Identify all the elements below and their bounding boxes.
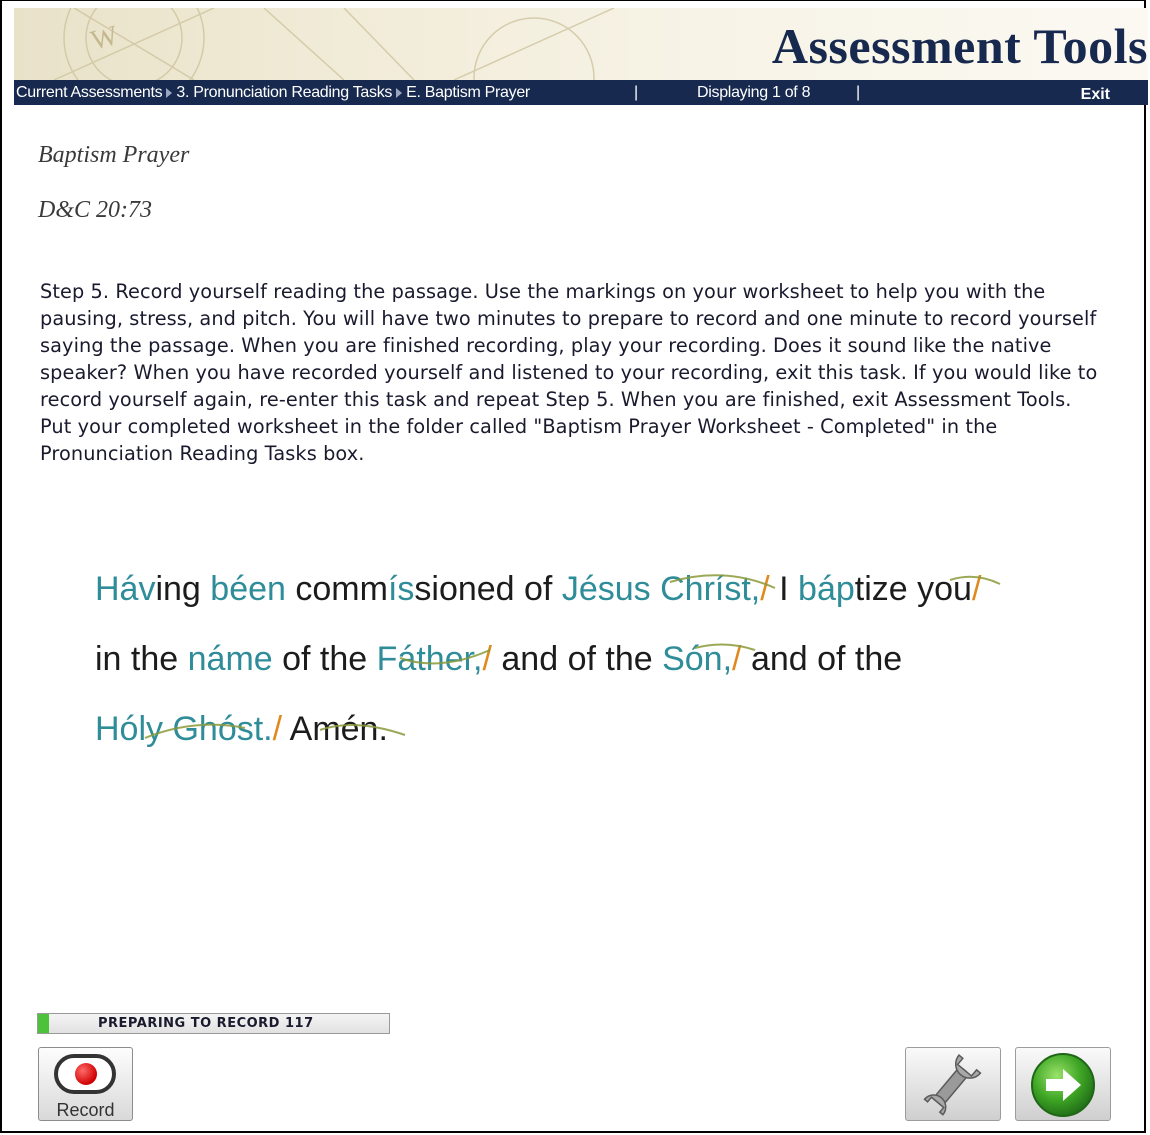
scripture-reference: D&C 20:73 (38, 197, 152, 223)
wrench-icon (923, 1054, 982, 1116)
exit-button[interactable]: Exit (1081, 82, 1110, 107)
breadcrumb-item-current-assessments[interactable]: Current Assessments (16, 84, 163, 101)
tools-button[interactable] (905, 1047, 1001, 1121)
record-icon (54, 1054, 116, 1094)
header-banner: W Assessment Tools (14, 8, 1148, 80)
divider: | (856, 84, 861, 101)
breadcrumb-arrow-icon (166, 87, 173, 98)
breadcrumb-item-baptism-prayer[interactable]: E. Baptism Prayer (406, 84, 530, 101)
divider: | (634, 84, 639, 101)
app-frame (0, 0, 1146, 1133)
progress-fill (38, 1014, 49, 1033)
next-button[interactable] (1015, 1047, 1111, 1121)
recorder-status: PREPARING TO RECORD 117 (98, 1016, 314, 1031)
record-progress-bar: PREPARING TO RECORD 117 (37, 1013, 390, 1034)
app-title: Assessment Tools (771, 18, 1148, 74)
task-title: Baptism Prayer (38, 142, 190, 168)
pitch-contour-marks (144, 574, 1001, 739)
navigation-bar: Current Assessments 3. Pronunciation Read… (14, 80, 1148, 105)
breadcrumb: Current Assessments 3. Pronunciation Read… (16, 80, 530, 105)
next-arrow-icon (1031, 1053, 1095, 1117)
breadcrumb-arrow-icon (396, 87, 403, 98)
instructions-text: Step 5. Record yourself reading the pass… (40, 280, 1098, 465)
display-status: Displaying 1 of 8 (697, 84, 811, 101)
record-label: Record (56, 1100, 115, 1120)
record-button[interactable]: Record (38, 1047, 133, 1121)
breadcrumb-item-pronunciation-tasks[interactable]: 3. Pronunciation Reading Tasks (176, 84, 392, 101)
